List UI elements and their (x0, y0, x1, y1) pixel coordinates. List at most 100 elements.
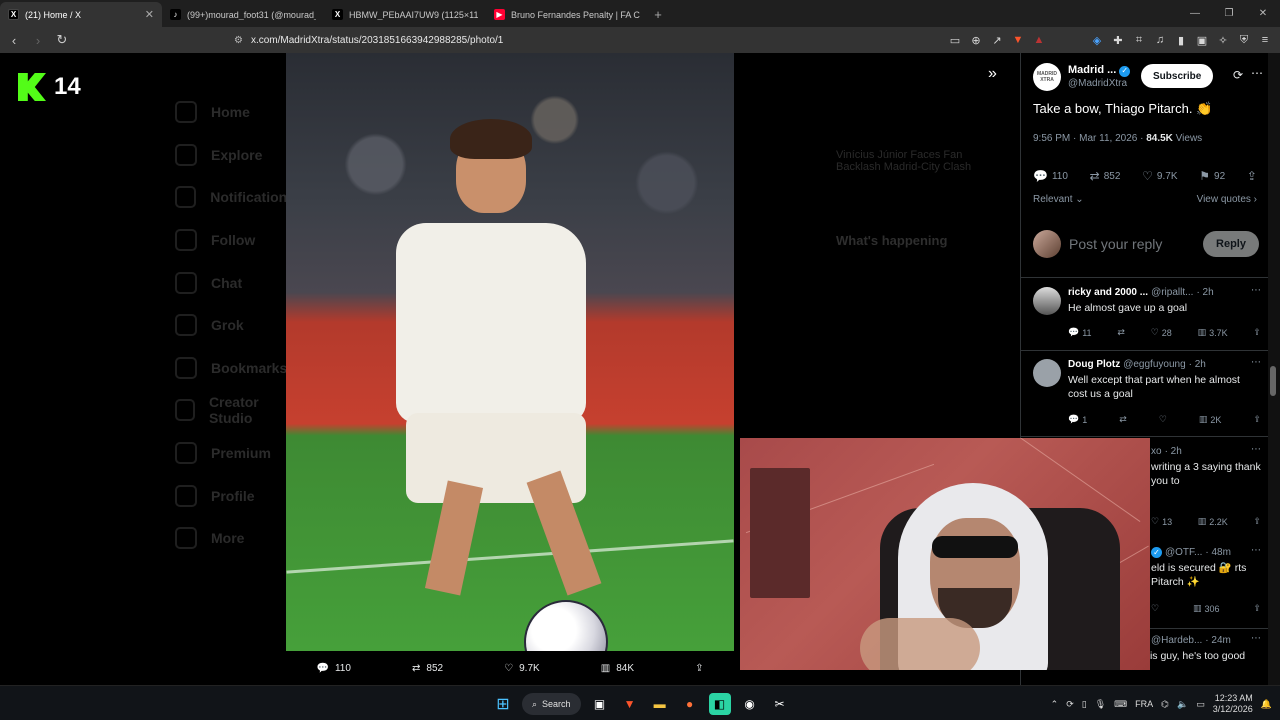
photo-views-button[interactable]: ▥ 84K (601, 663, 634, 674)
more-icon[interactable]: ⋯ (1251, 285, 1261, 296)
keyboard-icon[interactable]: ⌨ (1114, 699, 1127, 710)
more-icon[interactable]: ⋯ (1251, 357, 1261, 368)
site-info-icon[interactable]: ⚙ (234, 35, 243, 46)
new-tab-button[interactable]: + (648, 2, 668, 27)
firefox-icon[interactable]: ● (679, 693, 701, 715)
sidebar-icon[interactable]: ▮ (1174, 33, 1188, 47)
share-icon[interactable]: ⇪ (1253, 327, 1261, 338)
avatar[interactable]: MADRID XTRA (1033, 63, 1061, 91)
screen-icon[interactable]: ▭ (948, 33, 962, 47)
battery-icon[interactable]: ▯ (1082, 699, 1087, 710)
windows-start-icon[interactable]: ⊞ (492, 693, 514, 715)
collapse-panel-icon[interactable]: » (988, 65, 997, 83)
sort-dropdown[interactable]: Relevant ⌄ (1033, 194, 1084, 205)
volume-icon[interactable]: 🔈 (1177, 699, 1188, 710)
heart-icon: ♡ (504, 662, 514, 674)
battery-status-icon[interactable]: ▭ (1196, 699, 1205, 710)
like-button[interactable]: ♡ (1159, 414, 1167, 425)
chevron-up-icon[interactable]: ⌃ (1051, 699, 1059, 710)
reload-icon[interactable]: ↻ (52, 30, 72, 50)
microphone-icon[interactable]: 🎙 (1095, 699, 1106, 710)
author-name[interactable]: Madrid ... (1068, 64, 1116, 77)
clock[interactable]: 12:23 AM 3/12/2026 (1213, 693, 1253, 716)
view-quotes-link[interactable]: View quotes › (1197, 194, 1257, 205)
notifications-icon[interactable]: 🔔 (1261, 699, 1272, 710)
extensions-icon[interactable]: ✚ (1111, 33, 1125, 47)
brave-icon[interactable]: ▼ (619, 693, 641, 715)
views-button[interactable]: ▥ 306 (1193, 603, 1220, 614)
avatar (1033, 287, 1061, 315)
viewer-count: 14 (54, 73, 81, 100)
share-icon: ⇪ (1246, 169, 1257, 183)
photo-share-button[interactable]: ⇪ (695, 663, 703, 674)
post-photo[interactable] (286, 53, 734, 651)
reply-icon: 💬 (1033, 169, 1048, 183)
more-icon[interactable]: ⋯ (1251, 633, 1261, 644)
rewards-icon[interactable]: ▲ (1032, 33, 1046, 47)
more-icon[interactable]: ⋯ (1251, 66, 1263, 80)
photo-reply-button[interactable]: 💬 110 (317, 663, 351, 674)
screenshot-icon[interactable]: ⌗ (1132, 33, 1146, 47)
like-button[interactable]: ♡ 9.7K (1142, 169, 1177, 183)
more-icon[interactable]: ⋯ (1251, 545, 1261, 556)
tab-x-home[interactable]: X (21) Home / X ✕ (0, 2, 162, 27)
views-button[interactable]: ▥ 2.2K (1198, 516, 1228, 527)
media-icon[interactable]: ♫ (1153, 33, 1167, 47)
forward-icon[interactable]: › (28, 30, 48, 50)
share-icon[interactable]: ⇪ (1253, 603, 1261, 614)
sync-icon[interactable]: ⟳ (1066, 699, 1074, 710)
reply-button[interactable]: 💬 110 (1033, 169, 1068, 183)
menu-icon[interactable]: ≡ (1258, 33, 1272, 47)
more-icon[interactable]: ⋯ (1251, 444, 1261, 455)
minimize-icon[interactable]: — (1178, 0, 1212, 27)
reply-button[interactable]: 💬 11 (1068, 327, 1092, 338)
restore-icon[interactable]: ❐ (1212, 0, 1246, 27)
repost-button[interactable]: ⇄ 852 (1090, 169, 1121, 183)
repost-button[interactable]: ⇄ (1119, 414, 1127, 425)
app-icon[interactable]: ◧ (708, 693, 731, 715)
share-icon[interactable]: ⇪ (1253, 516, 1261, 527)
tab-image[interactable]: X HBMW_PEbAAI7UW9 (1125×1125) (324, 2, 486, 27)
zoom-icon[interactable]: ⊕ (969, 33, 983, 47)
address-bar[interactable]: ⚙ x.com/MadridXtra/status/20318516639429… (234, 30, 884, 50)
file-explorer-icon[interactable]: ▬ (649, 693, 671, 715)
capcut-icon[interactable]: ✂ (769, 693, 791, 715)
share-icon[interactable]: ↗ (990, 33, 1004, 47)
views-button[interactable]: ▥ 3.7K (1198, 327, 1228, 338)
close-tab-icon[interactable]: ✕ (145, 8, 154, 21)
repost-button[interactable]: ⇄ (1117, 327, 1125, 338)
views-button[interactable]: ▥ 2K (1199, 414, 1222, 425)
tab-tiktok[interactable]: ♪ (99+)mourad_foot31 (@mourad_foot... (162, 2, 324, 27)
task-view-icon[interactable]: ▣ (589, 693, 611, 715)
scrollbar-thumb[interactable] (1270, 366, 1276, 396)
obs-icon[interactable]: ◉ (739, 693, 761, 715)
language-indicator[interactable]: FRA (1135, 699, 1153, 709)
close-window-icon[interactable]: ✕ (1246, 0, 1280, 27)
reply-submit-button[interactable]: Reply (1203, 231, 1259, 257)
ai-icon[interactable]: ✧ (1216, 33, 1230, 47)
translate-icon[interactable]: ◈ (1090, 33, 1104, 47)
like-button[interactable]: ♡ 28 (1151, 327, 1172, 338)
share-button[interactable]: ⇪ (1247, 169, 1257, 183)
tab-youtube[interactable]: ▶ Bruno Fernandes Penalty | FA Cup - Y..… (486, 2, 648, 27)
bookmark-button[interactable]: ⚑ 92 (1199, 169, 1225, 183)
brave-shield-icon[interactable]: ▼ (1011, 33, 1025, 47)
browser-toolbar: ‹ › ↻ ⚙ x.com/MadridXtra/status/20318516… (0, 27, 1280, 53)
taskbar-search[interactable]: ⌕ Search (522, 693, 581, 715)
like-button[interactable]: ♡ 13 (1151, 516, 1172, 527)
share-icon[interactable]: ⇪ (1253, 414, 1261, 425)
photo-like-button[interactable]: ♡ 9.7K (504, 663, 540, 674)
bell-icon (175, 186, 197, 209)
network-icon[interactable]: ⌬ (1161, 699, 1169, 710)
reply-icon: 💬 (316, 662, 329, 674)
reply-button[interactable]: 💬 1 (1068, 414, 1087, 425)
like-button[interactable]: ♡ (1151, 603, 1159, 614)
grok-icon[interactable]: ⟳ (1233, 68, 1243, 82)
reply-input[interactable]: Post your reply (1069, 236, 1203, 252)
wallet-icon[interactable]: ▣ (1195, 33, 1209, 47)
author-handle[interactable]: @MadridXtra (1068, 78, 1130, 90)
subscribe-button[interactable]: Subscribe (1141, 64, 1214, 88)
photo-repost-button[interactable]: ⇄ 852 (412, 663, 443, 674)
vpn-icon[interactable]: ⛨ (1237, 33, 1251, 47)
back-icon[interactable]: ‹ (4, 30, 24, 50)
